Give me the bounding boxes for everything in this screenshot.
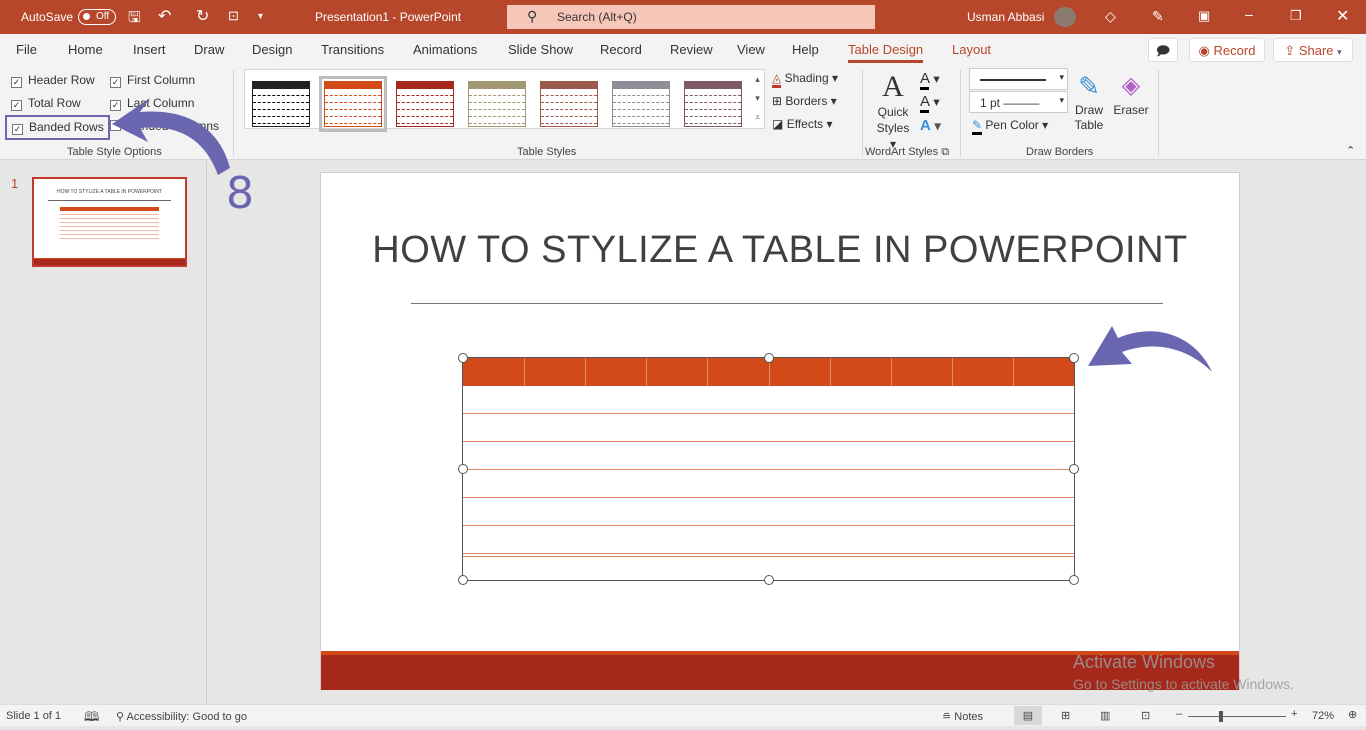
accessibility-status[interactable]: ⚲ Accessibility: Good to go [116, 710, 247, 723]
annotation-arrow-right [1088, 326, 1212, 372]
reading-view-icon[interactable]: ▥ [1100, 709, 1110, 722]
notes-button[interactable]: ≘ Notes [942, 710, 983, 723]
activate-windows-watermark: Activate Windows Go to Settings to activa… [1073, 652, 1294, 692]
slide-sorter-icon[interactable]: ⊞ [1061, 709, 1070, 722]
status-bar: Slide 1 of 1 🕮 ⚲ Accessibility: Good to … [0, 704, 1366, 726]
zoom-in-button[interactable]: + [1291, 708, 1297, 720]
step-number: 8 [226, 168, 254, 219]
zoom-level[interactable]: 72% [1312, 710, 1334, 722]
slideshow-view-icon[interactable]: ⊡ [1141, 709, 1150, 722]
accessibility-icon: ⚲ [116, 711, 127, 723]
annotation-arrow-left [112, 98, 230, 175]
fit-to-window-icon[interactable]: ⊕ [1348, 708, 1357, 721]
zoom-out-button[interactable]: – [1176, 708, 1182, 720]
normal-view-icon[interactable]: ▤ [1014, 706, 1042, 725]
zoom-slider[interactable] [1188, 711, 1286, 722]
spellcheck-icon[interactable]: 🕮 [84, 708, 99, 730]
slide-counter: Slide 1 of 1 [6, 710, 62, 722]
zoom-slider-thumb [1219, 711, 1223, 722]
annotation-layer: 8 [112, 98, 1212, 372]
notes-icon: ≘ [942, 711, 952, 723]
